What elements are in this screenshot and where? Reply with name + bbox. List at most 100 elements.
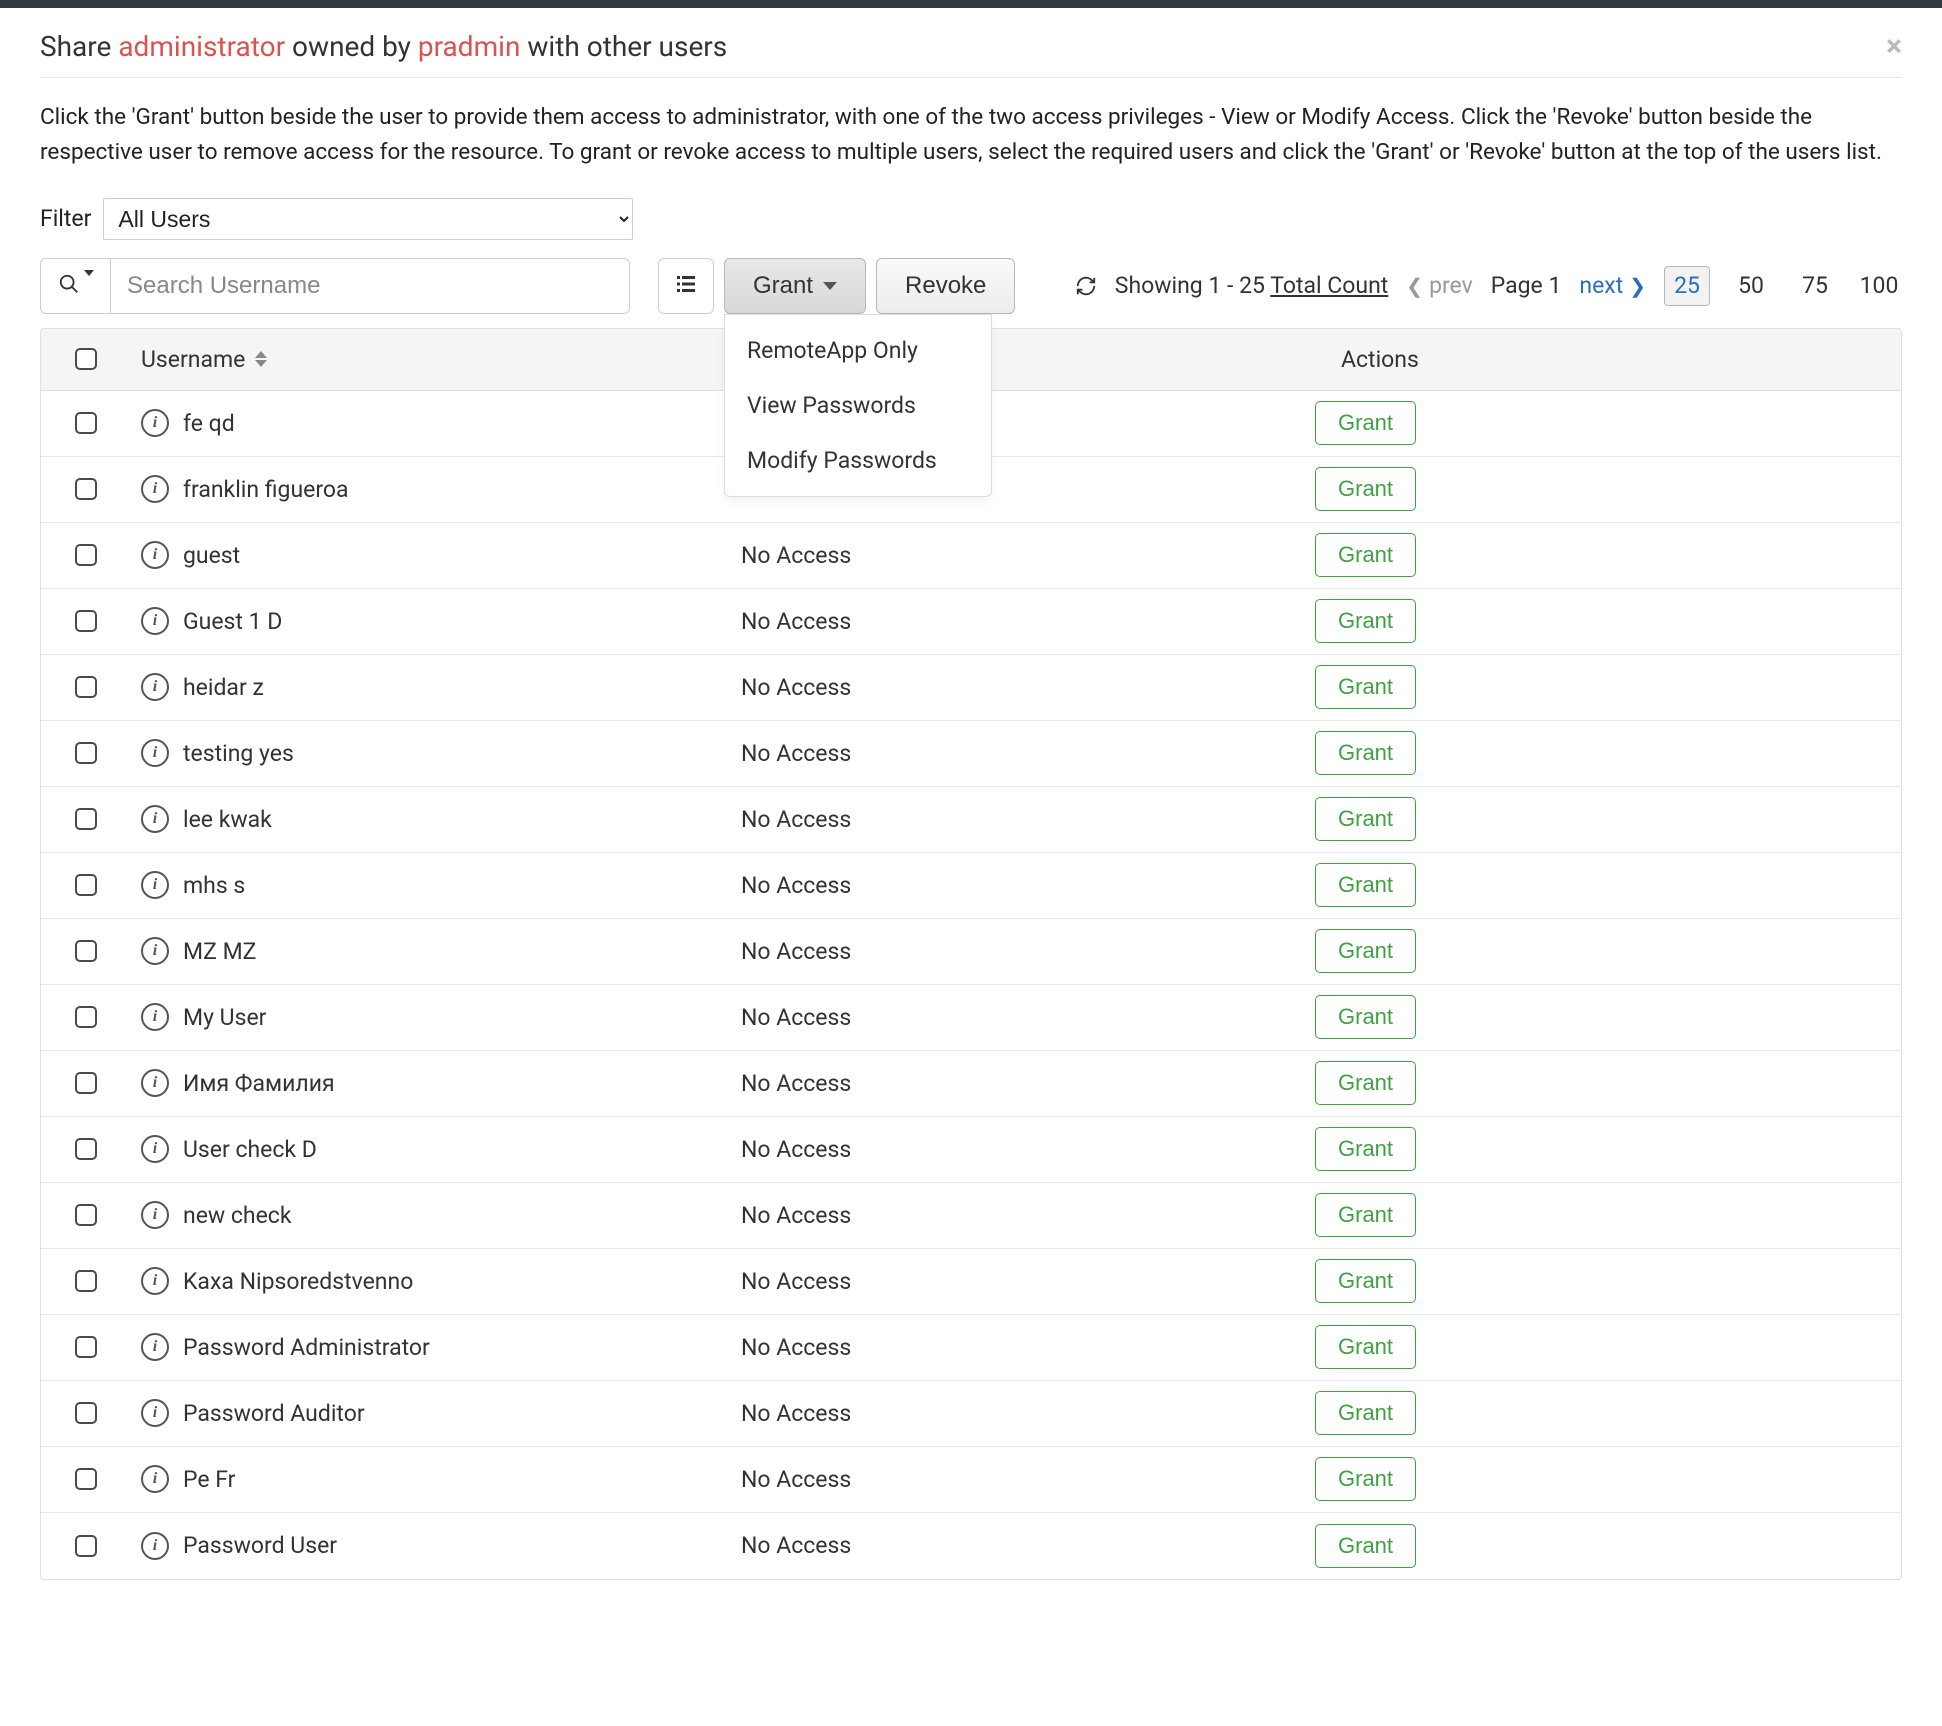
info-icon[interactable]: i bbox=[141, 1399, 169, 1427]
username-cell: ilee kwak bbox=[131, 805, 741, 833]
caret-down-icon bbox=[823, 282, 837, 290]
info-icon[interactable]: i bbox=[141, 805, 169, 833]
grant-row-button[interactable]: Grant bbox=[1315, 401, 1416, 445]
username-cell: iGuest 1 D bbox=[131, 607, 741, 635]
page-size-75[interactable]: 75 bbox=[1792, 266, 1838, 306]
access-cell: No Access bbox=[741, 1070, 1301, 1097]
info-icon[interactable]: i bbox=[141, 409, 169, 437]
info-icon[interactable]: i bbox=[141, 937, 169, 965]
info-icon[interactable]: i bbox=[141, 1069, 169, 1097]
grant-button-label: Grant bbox=[753, 272, 813, 300]
grant-row-button[interactable]: Grant bbox=[1315, 665, 1416, 709]
info-icon[interactable]: i bbox=[141, 475, 169, 503]
refresh-button[interactable] bbox=[1075, 275, 1097, 297]
toolbar-right: Showing 1 - 25 Total Count ❮ prev Page 1… bbox=[1075, 266, 1902, 306]
select-all-checkbox[interactable] bbox=[75, 348, 97, 370]
info-icon[interactable]: i bbox=[141, 1267, 169, 1295]
page-size-50[interactable]: 50 bbox=[1728, 266, 1774, 306]
row-checkbox[interactable] bbox=[75, 676, 97, 698]
grant-dropdown: RemoteApp Only View Passwords Modify Pas… bbox=[724, 314, 992, 497]
table-row: iИмя ФамилияNo AccessGrant bbox=[41, 1051, 1901, 1117]
grant-row-button[interactable]: Grant bbox=[1315, 995, 1416, 1039]
row-checkbox[interactable] bbox=[75, 742, 97, 764]
row-checkbox[interactable] bbox=[75, 412, 97, 434]
grant-row-button[interactable]: Grant bbox=[1315, 467, 1416, 511]
actions-cell: Grant bbox=[1301, 731, 1901, 775]
grant-row-button[interactable]: Grant bbox=[1315, 1391, 1416, 1435]
row-checkbox-cell bbox=[41, 478, 131, 500]
row-checkbox-cell bbox=[41, 1535, 131, 1557]
row-checkbox[interactable] bbox=[75, 1402, 97, 1424]
list-view-button[interactable] bbox=[658, 258, 714, 314]
actions-cell: Grant bbox=[1301, 599, 1901, 643]
info-icon[interactable]: i bbox=[141, 1333, 169, 1361]
username-column-header[interactable]: Username bbox=[131, 346, 741, 373]
info-icon[interactable]: i bbox=[141, 1201, 169, 1229]
info-icon[interactable]: i bbox=[141, 673, 169, 701]
page-size-100[interactable]: 100 bbox=[1856, 266, 1902, 306]
resource-name: administrator bbox=[118, 30, 285, 63]
username-cell: iUser check D bbox=[131, 1135, 741, 1163]
username-cell: iPassword Auditor bbox=[131, 1399, 741, 1427]
grant-row-button[interactable]: Grant bbox=[1315, 1457, 1416, 1501]
info-icon[interactable]: i bbox=[141, 607, 169, 635]
row-checkbox[interactable] bbox=[75, 1006, 97, 1028]
grant-row-button[interactable]: Grant bbox=[1315, 929, 1416, 973]
info-icon[interactable]: i bbox=[141, 1135, 169, 1163]
page-size-25[interactable]: 25 bbox=[1664, 266, 1710, 306]
grant-option-remoteapp[interactable]: RemoteApp Only bbox=[725, 323, 991, 378]
table-row: iUser check DNo AccessGrant bbox=[41, 1117, 1901, 1183]
grant-button[interactable]: Grant bbox=[724, 258, 866, 314]
info-icon[interactable]: i bbox=[141, 1465, 169, 1493]
grant-row-button[interactable]: Grant bbox=[1315, 1127, 1416, 1171]
next-page[interactable]: next ❯ bbox=[1579, 272, 1646, 299]
close-icon[interactable]: × bbox=[1886, 32, 1902, 62]
access-cell: No Access bbox=[741, 1334, 1301, 1361]
info-icon[interactable]: i bbox=[141, 1532, 169, 1560]
grant-row-button[interactable]: Grant bbox=[1315, 797, 1416, 841]
grant-option-modify-passwords[interactable]: Modify Passwords bbox=[725, 433, 991, 488]
info-icon[interactable]: i bbox=[141, 739, 169, 767]
total-count-link[interactable]: Total Count bbox=[1270, 272, 1388, 299]
row-checkbox-cell bbox=[41, 1468, 131, 1490]
row-checkbox[interactable] bbox=[75, 1138, 97, 1160]
row-checkbox[interactable] bbox=[75, 1336, 97, 1358]
username-text: Password User bbox=[183, 1532, 337, 1559]
row-checkbox[interactable] bbox=[75, 610, 97, 632]
grant-row-button[interactable]: Grant bbox=[1315, 1325, 1416, 1369]
row-checkbox[interactable] bbox=[75, 478, 97, 500]
info-icon[interactable]: i bbox=[141, 871, 169, 899]
revoke-button[interactable]: Revoke bbox=[876, 258, 1015, 314]
grant-row-button[interactable]: Grant bbox=[1315, 1193, 1416, 1237]
grant-option-view-passwords[interactable]: View Passwords bbox=[725, 378, 991, 433]
search-input[interactable] bbox=[110, 258, 630, 314]
row-checkbox[interactable] bbox=[75, 808, 97, 830]
header-checkbox-cell bbox=[41, 348, 131, 370]
actions-cell: Grant bbox=[1301, 467, 1901, 511]
table-row: inew checkNo AccessGrant bbox=[41, 1183, 1901, 1249]
row-checkbox[interactable] bbox=[75, 1535, 97, 1557]
grant-row-button[interactable]: Grant bbox=[1315, 1259, 1416, 1303]
grant-row-button[interactable]: Grant bbox=[1315, 1524, 1416, 1568]
row-checkbox[interactable] bbox=[75, 544, 97, 566]
info-icon[interactable]: i bbox=[141, 541, 169, 569]
row-checkbox[interactable] bbox=[75, 940, 97, 962]
grant-row-button[interactable]: Grant bbox=[1315, 533, 1416, 577]
row-checkbox[interactable] bbox=[75, 1270, 97, 1292]
row-checkbox-cell bbox=[41, 1072, 131, 1094]
search-icon-button[interactable] bbox=[40, 258, 110, 314]
row-checkbox[interactable] bbox=[75, 874, 97, 896]
access-cell: No Access bbox=[741, 674, 1301, 701]
prev-page[interactable]: ❮ prev bbox=[1406, 272, 1472, 299]
row-checkbox[interactable] bbox=[75, 1468, 97, 1490]
row-checkbox[interactable] bbox=[75, 1204, 97, 1226]
grant-row-button[interactable]: Grant bbox=[1315, 731, 1416, 775]
row-checkbox[interactable] bbox=[75, 1072, 97, 1094]
filter-select[interactable]: All Users bbox=[103, 198, 633, 240]
modal-title: Share administrator owned by pradmin wit… bbox=[40, 30, 727, 63]
info-icon[interactable]: i bbox=[141, 1003, 169, 1031]
grant-row-button[interactable]: Grant bbox=[1315, 863, 1416, 907]
grant-row-button[interactable]: Grant bbox=[1315, 1061, 1416, 1105]
grant-row-button[interactable]: Grant bbox=[1315, 599, 1416, 643]
search-icon bbox=[58, 273, 80, 299]
